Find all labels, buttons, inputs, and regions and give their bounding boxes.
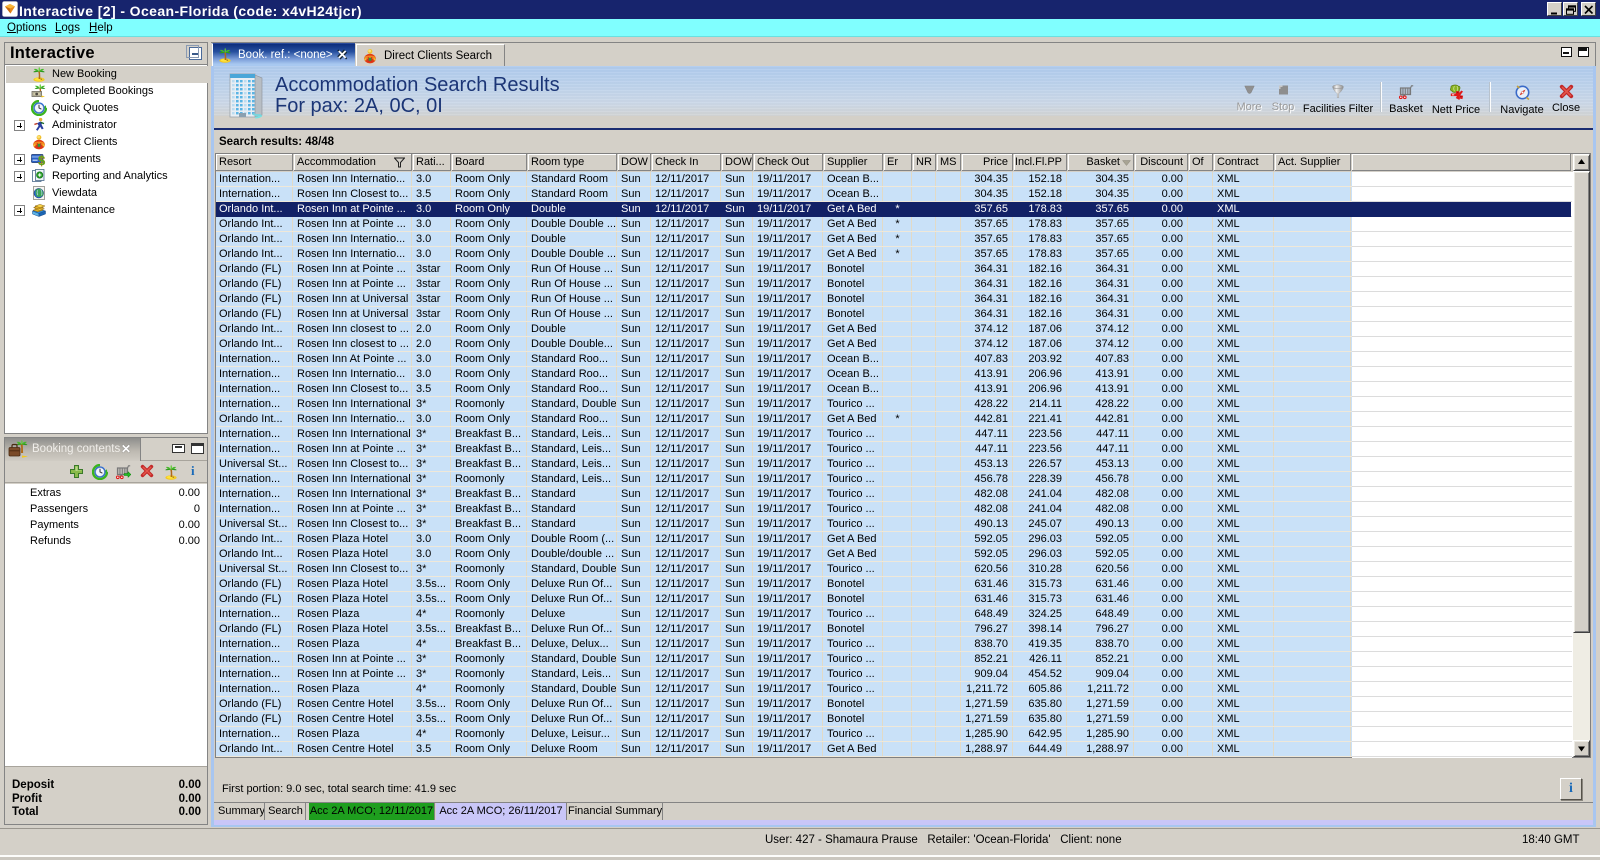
svg-text:$: $ [38, 154, 45, 167]
